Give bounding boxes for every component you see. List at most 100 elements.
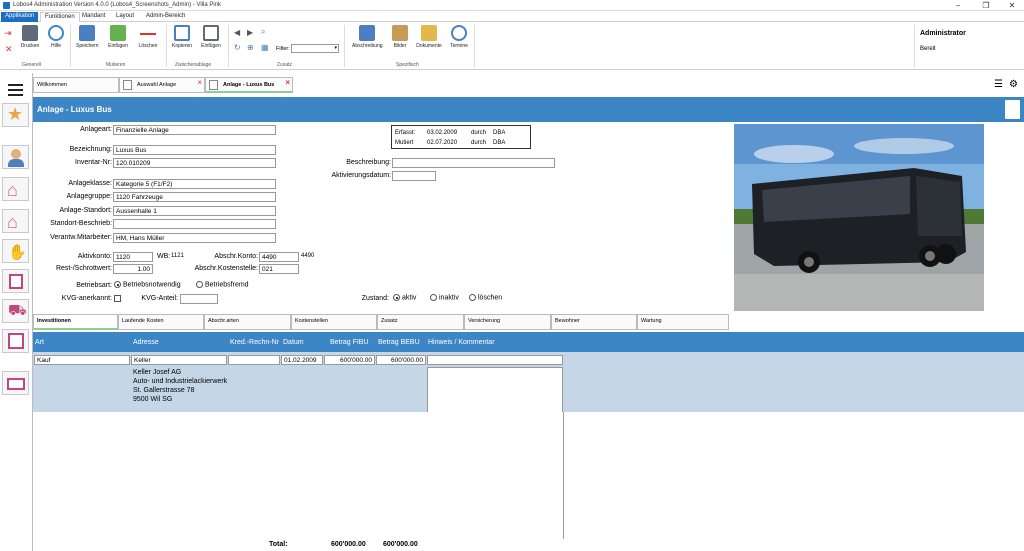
- delete-button[interactable]: Löschen: [137, 25, 159, 61]
- cell-datum[interactable]: 01.02.2009: [281, 355, 323, 365]
- column-header-art[interactable]: Art: [35, 339, 44, 346]
- tab-wartung[interactable]: Wartung: [637, 314, 729, 330]
- maximize-button[interactable]: ❐: [980, 1, 992, 10]
- table-icon[interactable]: ▦: [261, 43, 269, 52]
- exit-icon[interactable]: ⇥: [4, 28, 12, 39]
- cancel-icon[interactable]: ✕: [5, 44, 13, 55]
- standort-field[interactable]: Aussenhalle 1: [113, 206, 276, 216]
- tab-auswahl-anlage[interactable]: Auswahl Anlage ×: [119, 77, 205, 93]
- help-button[interactable]: Hilfe: [45, 25, 67, 61]
- status-text: Bereit: [920, 46, 936, 52]
- close-window-button[interactable]: ✕: [1006, 1, 1018, 10]
- calculator-icon[interactable]: [2, 329, 29, 353]
- hands-icon[interactable]: ✋: [2, 239, 29, 263]
- tab-versicherung[interactable]: Versicherung: [464, 314, 551, 330]
- zustand-loeschen[interactable]: löschen: [469, 294, 502, 301]
- person-icon[interactable]: [2, 145, 29, 169]
- appointments-button[interactable]: Termine: [448, 25, 470, 61]
- tab-investitionen[interactable]: Investitionen: [33, 314, 118, 330]
- aktivierungsdatum-field[interactable]: [392, 171, 436, 181]
- minus-icon: [140, 25, 156, 41]
- column-header-bebu[interactable]: Betrag BEBU: [378, 339, 420, 346]
- house-icon[interactable]: ⌂: [2, 177, 29, 201]
- abschr-konto-field[interactable]: 4490: [259, 252, 299, 262]
- copy-button[interactable]: Kopieren: [171, 25, 193, 61]
- cart-icon[interactable]: ⛟: [2, 299, 29, 323]
- bezeichnung-field[interactable]: Luxus Bus: [113, 145, 276, 155]
- cell-betrag-bebu[interactable]: 600'000.00: [376, 355, 426, 365]
- cell-betrag-fibu[interactable]: 600'000.00: [324, 355, 375, 365]
- copy-icon: [174, 25, 190, 41]
- zustand-aktiv[interactable]: aktiv: [393, 294, 416, 301]
- print-button[interactable]: Drucken: [19, 25, 41, 61]
- tab-willkommen[interactable]: Willkommen: [33, 77, 119, 93]
- aktivkonto-field[interactable]: 1120: [113, 252, 153, 262]
- restwert-field[interactable]: 1.00: [113, 264, 153, 274]
- radio-selected-icon: [114, 281, 121, 288]
- betriebsart-option-2[interactable]: Betriebsfremd: [196, 281, 249, 288]
- documents-button[interactable]: Dokumente: [416, 25, 442, 61]
- insert-button[interactable]: Einfügen: [107, 25, 129, 61]
- favorites-star-icon[interactable]: ★: [2, 103, 29, 127]
- column-header-kred[interactable]: Kred.-Rechn-Nr: [230, 339, 279, 346]
- tab-anlage-luxus-bus[interactable]: Anlage - Luxus Bus ×: [205, 77, 293, 93]
- refresh-icon[interactable]: ↻: [234, 43, 241, 52]
- cell-hinweis[interactable]: [427, 355, 563, 365]
- minimize-button[interactable]: –: [952, 1, 964, 10]
- menu-applikation[interactable]: Applikation: [1, 12, 39, 22]
- tab-zusatz[interactable]: Zusatz: [377, 314, 464, 330]
- save-button[interactable]: Speichern: [76, 25, 99, 61]
- document-tabs: Willkommen Auswahl Anlage × Anlage - Luxu…: [33, 75, 1024, 94]
- standort-beschrieb-field[interactable]: [113, 219, 276, 229]
- cell-adresse[interactable]: Keller: [131, 355, 227, 365]
- column-header-hinweis[interactable]: Hinweis / Kommentar: [428, 339, 495, 346]
- menu-admin-bereich[interactable]: Admin-Bereich: [142, 12, 189, 22]
- settings-icon[interactable]: ⚙: [1009, 79, 1018, 90]
- tab-kostenstellen[interactable]: Kostenstellen: [291, 314, 377, 330]
- close-tab-icon[interactable]: ×: [285, 78, 290, 87]
- column-header-datum[interactable]: Datum: [283, 339, 304, 346]
- abschr-kostenstelle-field[interactable]: 021: [259, 264, 299, 274]
- anlageart-field[interactable]: Finanzielle Anlage: [113, 125, 276, 135]
- menu-mandant[interactable]: Mandant: [78, 12, 109, 22]
- cell-art[interactable]: Kauf: [34, 355, 130, 365]
- inventar-field[interactable]: 120.010209: [113, 158, 276, 168]
- close-tab-icon[interactable]: ×: [197, 78, 202, 87]
- document-info-icon[interactable]: [1005, 100, 1020, 119]
- title-bar: Lobos4 Administration Version 4.0.0 (Lob…: [0, 0, 1024, 11]
- next-icon[interactable]: ▶: [247, 28, 253, 37]
- betriebsart-option-1[interactable]: Betriebsnotwendig: [114, 281, 181, 288]
- mail-icon[interactable]: [2, 371, 29, 395]
- anlagegruppe-field[interactable]: 1120 Fahrzeuge: [113, 192, 276, 202]
- ribbon-separator: [228, 25, 229, 67]
- anlageklasse-field[interactable]: Kategorie 5 (F1/F2): [113, 179, 276, 189]
- search-icon[interactable]: ⌕: [261, 27, 265, 37]
- zustand-inaktiv[interactable]: inaktiv: [430, 294, 459, 301]
- column-header-adresse[interactable]: Adresse: [133, 339, 159, 346]
- group-label-mutieren: Mutieren: [106, 62, 126, 68]
- column-header-fibu[interactable]: Betrag FIBU: [330, 339, 369, 346]
- tab-bewohner[interactable]: Bewohner: [551, 314, 637, 330]
- kvg-anerkannt-checkbox[interactable]: [114, 295, 121, 302]
- kvg-anteil-field[interactable]: [180, 294, 218, 304]
- beschreibung-field[interactable]: [392, 158, 555, 168]
- verantw-field[interactable]: HM, Hans Müller: [113, 233, 276, 243]
- tab-laufende-kosten[interactable]: Laufende Kosten: [118, 314, 204, 330]
- filter-label: Filter:: [276, 46, 290, 52]
- filter-dropdown[interactable]: ▾: [291, 44, 339, 53]
- tab-abschr-arten[interactable]: Abschr.arten: [204, 314, 291, 330]
- grid-row-area: Kauf Keller 01.02.2009 600'000.00 600'00…: [33, 352, 1024, 413]
- building-icon[interactable]: ⌂: [2, 209, 29, 233]
- hamburger-menu-icon[interactable]: [2, 77, 29, 101]
- comment-textarea[interactable]: [427, 367, 563, 413]
- menu-funktionen[interactable]: Funktionen: [40, 12, 80, 22]
- cell-kred-nr[interactable]: [228, 355, 280, 365]
- previous-icon[interactable]: ◀: [234, 28, 240, 37]
- zoom-icon[interactable]: ⊕: [247, 43, 254, 52]
- layers-icon[interactable]: ☰: [994, 79, 1003, 90]
- depreciation-button[interactable]: Abschreibung: [352, 25, 383, 61]
- calendar-icon[interactable]: [2, 269, 29, 293]
- paste-button[interactable]: Einfügen: [200, 25, 222, 61]
- menu-layout[interactable]: Layout: [112, 12, 138, 22]
- images-button[interactable]: Bilder: [389, 25, 411, 61]
